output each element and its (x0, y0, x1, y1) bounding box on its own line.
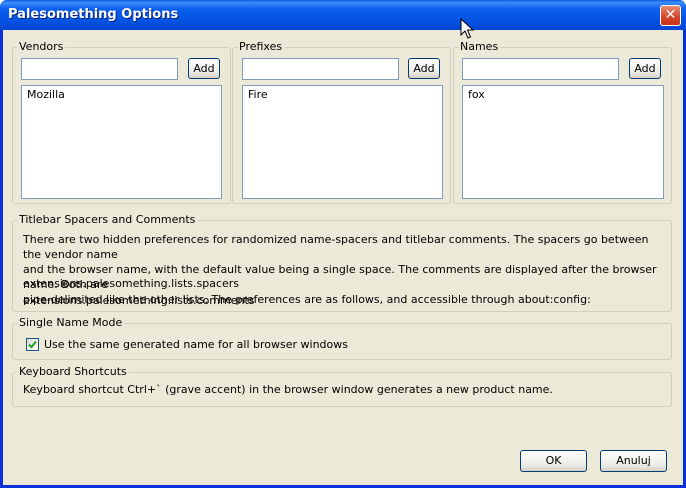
names-group-label: Names (458, 40, 501, 53)
add-vendor-button[interactable]: Add (188, 58, 220, 79)
cancel-button[interactable]: Anuluj (600, 450, 667, 472)
window-title: Palesomething Options (8, 7, 179, 22)
names-list[interactable]: fox (462, 85, 664, 199)
add-prefix-button[interactable]: Add (408, 58, 440, 79)
prefixes-group-label: Prefixes (237, 40, 285, 53)
shortcuts-text: Keyboard shortcut Ctrl+` (grave accent) … (23, 383, 553, 396)
options-window: Palesomething Options ✕ Vendors Add Mozi… (0, 0, 686, 488)
spacers-group: Titlebar Spacers and Comments There are … (12, 213, 672, 312)
list-item[interactable]: Mozilla (27, 88, 216, 101)
close-icon: ✕ (664, 7, 677, 23)
single-name-group: Single Name Mode Use the same generated … (12, 316, 672, 360)
single-name-group-label: Single Name Mode (17, 316, 125, 329)
add-name-button[interactable]: Add (629, 58, 661, 79)
list-item[interactable]: Fire (248, 88, 437, 101)
list-item[interactable]: fox (468, 88, 658, 101)
title-bar[interactable]: Palesomething Options ✕ (0, 0, 686, 30)
names-group: Names Add fox (453, 40, 672, 204)
vendors-group: Vendors Add Mozilla (12, 40, 231, 204)
ok-button[interactable]: OK (520, 450, 587, 472)
prefixes-list[interactable]: Fire (242, 85, 443, 199)
spacers-group-label: Titlebar Spacers and Comments (17, 213, 198, 226)
checkmark-icon (28, 340, 37, 349)
mouse-pointer-icon (460, 18, 474, 39)
shortcuts-group-label: Keyboard Shortcuts (17, 365, 129, 378)
prefixes-group: Prefixes Add Fire (232, 40, 451, 204)
vendors-list[interactable]: Mozilla (21, 85, 222, 199)
single-name-checkbox-label[interactable]: Use the same generated name for all brow… (44, 337, 348, 352)
name-input[interactable] (462, 58, 619, 80)
close-button[interactable]: ✕ (660, 5, 681, 26)
pref-comments: extensions.palesomething.lists.comments (23, 294, 255, 307)
pref-spacers: extensions.palesomething.lists.spacers (23, 277, 240, 290)
vendor-input[interactable] (21, 58, 178, 80)
prefix-input[interactable] (242, 58, 399, 80)
spacers-description-line-1: There are two hidden preferences for ran… (23, 233, 649, 261)
single-name-checkbox[interactable] (26, 338, 39, 351)
dialog-body: Vendors Add Mozilla Prefixes Add Fire Na… (3, 30, 683, 485)
shortcuts-group: Keyboard Shortcuts Keyboard shortcut Ctr… (12, 365, 672, 407)
vendors-group-label: Vendors (17, 40, 66, 53)
